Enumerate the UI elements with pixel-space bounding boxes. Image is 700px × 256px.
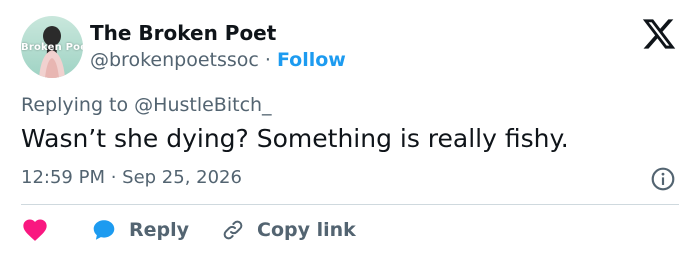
author-display-name[interactable]: The Broken Poet — [90, 20, 276, 46]
tweet-text: Wasn’t she dying? Something is really fi… — [21, 124, 569, 153]
x-logo-icon[interactable] — [641, 16, 677, 52]
link-icon — [223, 220, 243, 240]
heart-icon — [23, 219, 47, 241]
info-icon[interactable] — [650, 166, 676, 192]
replying-to-line: Replying to @HustleBitch_ — [21, 92, 272, 118]
replying-prefix: Replying to — [21, 94, 135, 116]
copy-link-label: Copy link — [257, 219, 356, 241]
reply-button[interactable]: Reply — [91, 217, 189, 243]
author-handle[interactable]: @brokenpoetssoc — [90, 49, 259, 71]
author-handle-line: @brokenpoetssoc · Follow — [90, 47, 346, 73]
follow-button[interactable]: Follow — [277, 49, 346, 71]
reply-label: Reply — [129, 219, 190, 241]
handle-separator: · — [258, 49, 277, 71]
like-button[interactable] — [21, 216, 49, 244]
reply-bubble-icon — [93, 220, 115, 240]
avatar[interactable]: Broken Poet — [21, 16, 83, 78]
tweet-card: Broken Poet The Broken Poet @brokenpoets… — [0, 0, 700, 256]
avatar-text: Broken Poet — [21, 42, 83, 53]
tweet-timestamp[interactable]: 12:59 PM · Sep 25, 2026 — [21, 166, 242, 190]
divider — [21, 204, 679, 205]
action-bar: Reply Copy link — [21, 214, 356, 246]
copy-link-button[interactable]: Copy link — [221, 218, 356, 242]
replying-to-handle[interactable]: @HustleBitch_ — [134, 94, 271, 116]
